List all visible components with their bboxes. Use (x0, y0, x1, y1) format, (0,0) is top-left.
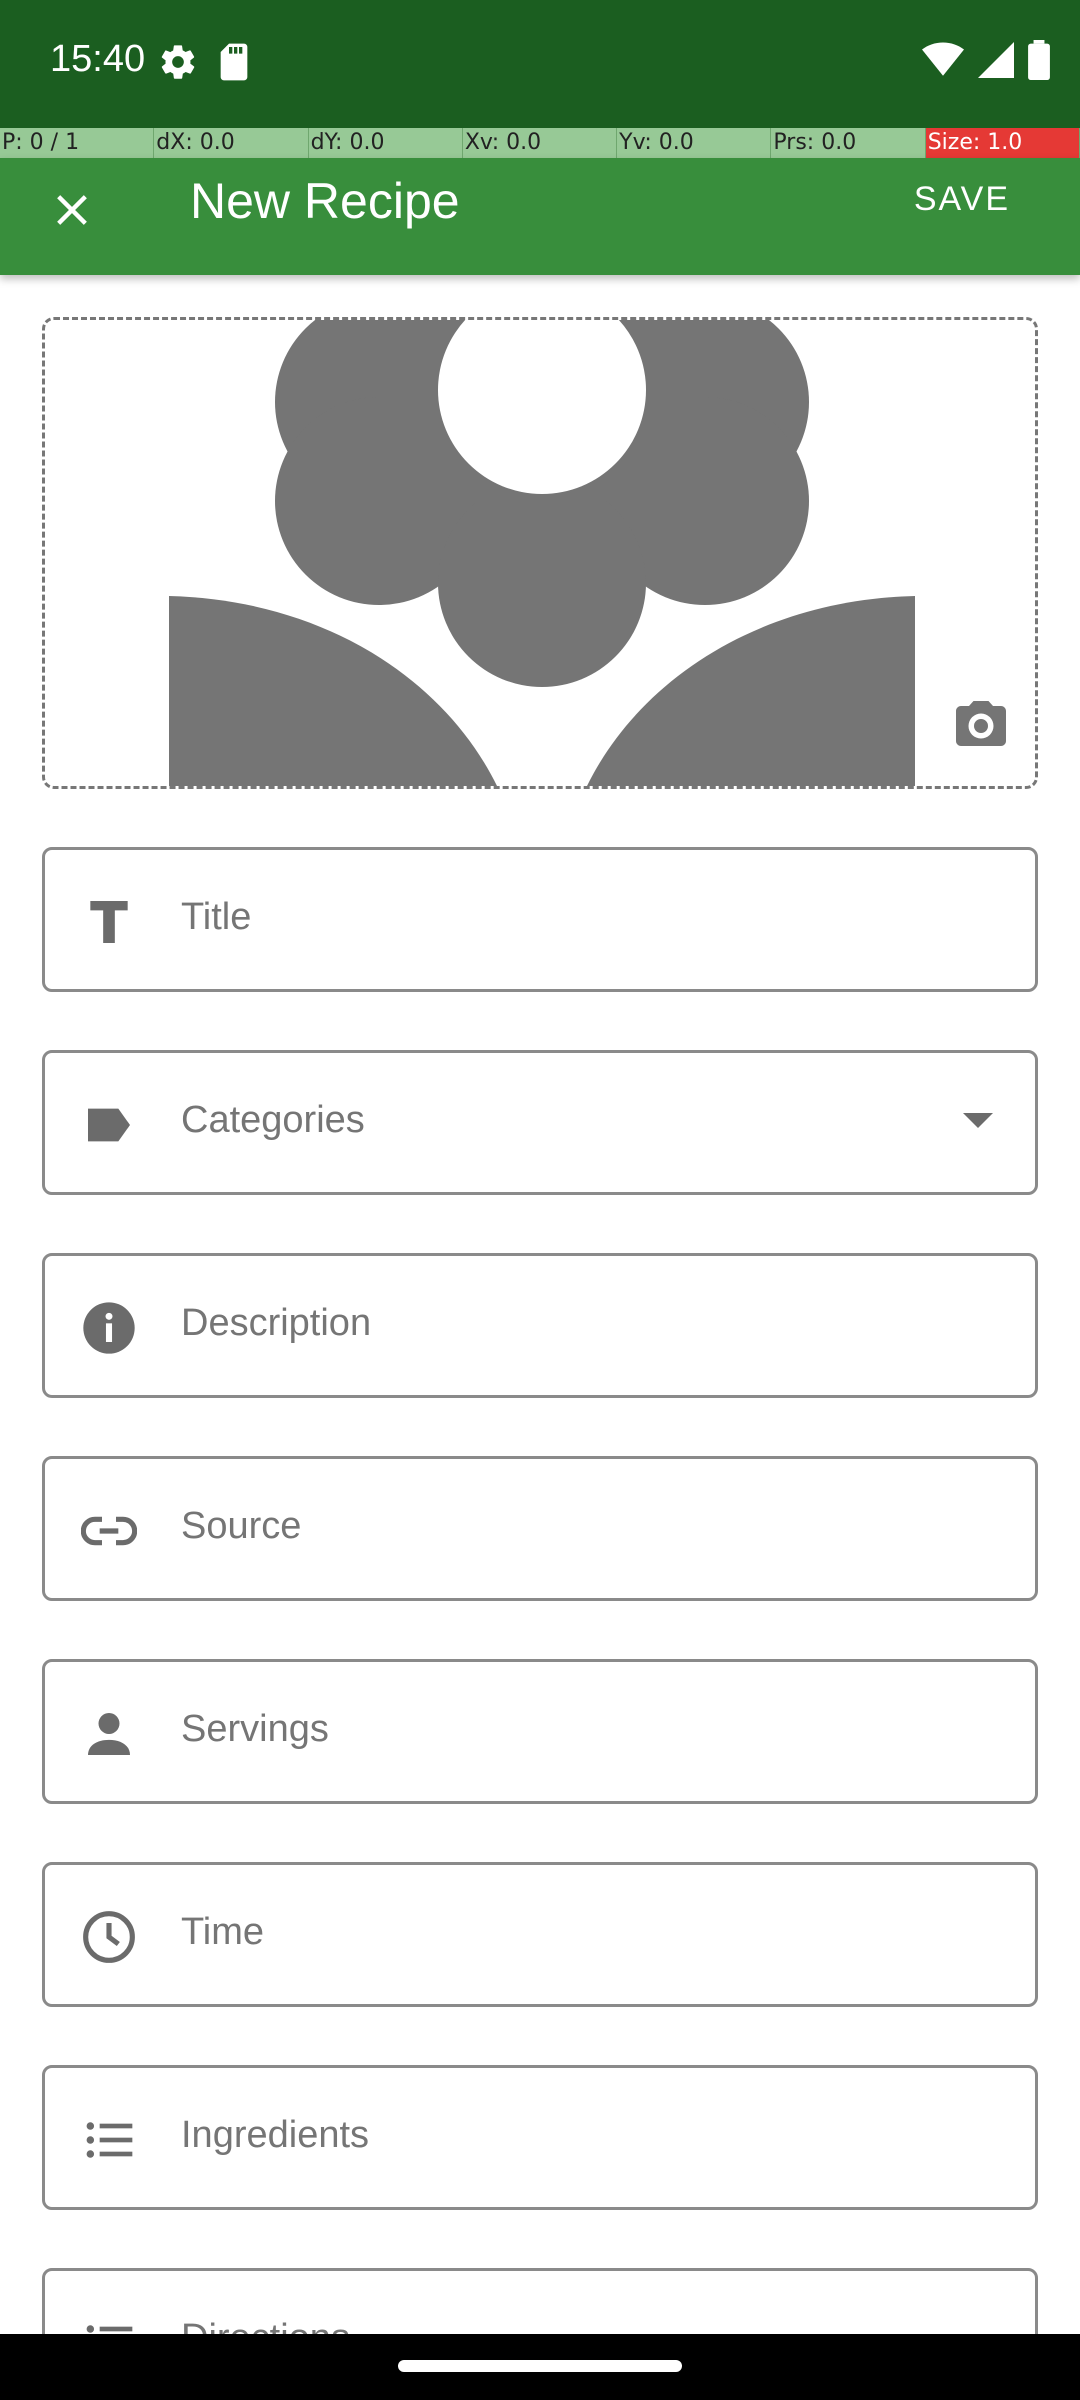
pointer-yv: Yv: 0.0 (617, 128, 772, 158)
status-bar: 15:40 (0, 0, 1080, 128)
time-placeholder: Time (181, 1911, 265, 1953)
categories-dropdown[interactable]: Categories (42, 1050, 1038, 1195)
camera-icon (956, 701, 1006, 746)
chevron-down-icon (963, 1113, 993, 1128)
source-placeholder: Source (181, 1505, 302, 1547)
clock-icon (83, 1911, 135, 1963)
battery-icon (1028, 40, 1050, 85)
source-field[interactable]: Source (42, 1456, 1038, 1601)
title-placeholder: Title (181, 896, 252, 938)
servings-placeholder: Servings (181, 1708, 329, 1750)
list-icon (86, 2122, 133, 2158)
camera-button[interactable] (951, 696, 1011, 756)
pointer-dy: dY: 0.0 (308, 128, 463, 158)
categories-placeholder: Categories (181, 1099, 365, 1141)
link-icon (81, 1516, 137, 1546)
label-icon (88, 1108, 130, 1142)
status-time: 15:40 (50, 38, 146, 80)
servings-field[interactable]: Servings (42, 1659, 1038, 1804)
pointer-dx: dX: 0.0 (154, 128, 309, 158)
sd-card-icon (216, 42, 252, 87)
save-button[interactable]: SAVE (914, 180, 1010, 219)
navigation-bar (0, 2334, 1080, 2400)
text-format-icon (90, 901, 128, 943)
description-placeholder: Description (181, 1302, 372, 1344)
pointer-pressure: Prs: 0.0 (771, 128, 926, 158)
pointer-xv: Xv: 0.0 (462, 128, 618, 158)
wifi-icon (922, 42, 964, 83)
ingredients-placeholder: Ingredients (181, 2114, 370, 2156)
info-icon (83, 1302, 135, 1354)
recipe-image-picker[interactable] (42, 317, 1038, 789)
description-field[interactable]: Description (42, 1253, 1038, 1398)
settings-icon (158, 42, 198, 87)
page-title: New Recipe (190, 173, 460, 229)
flower-placeholder-icon (169, 320, 915, 786)
close-button[interactable] (40, 178, 104, 242)
pointer-count: P: 0 / 1 (0, 128, 155, 158)
title-field[interactable]: Title (42, 847, 1038, 992)
home-gesture-handle[interactable] (398, 2360, 682, 2372)
signal-icon (978, 42, 1014, 83)
time-field[interactable]: Time (42, 1862, 1038, 2007)
pointer-location-bar: P: 0 / 1 dX: 0.0 dY: 0.0 Xv: 0.0 Yv: 0.0… (0, 128, 1080, 158)
close-icon (57, 195, 87, 225)
app-bar: New Recipe SAVE (0, 158, 1080, 275)
ingredients-field[interactable]: Ingredients (42, 2065, 1038, 2210)
person-icon (88, 1713, 130, 1755)
pointer-size: Size: 1.0 (925, 128, 1080, 158)
